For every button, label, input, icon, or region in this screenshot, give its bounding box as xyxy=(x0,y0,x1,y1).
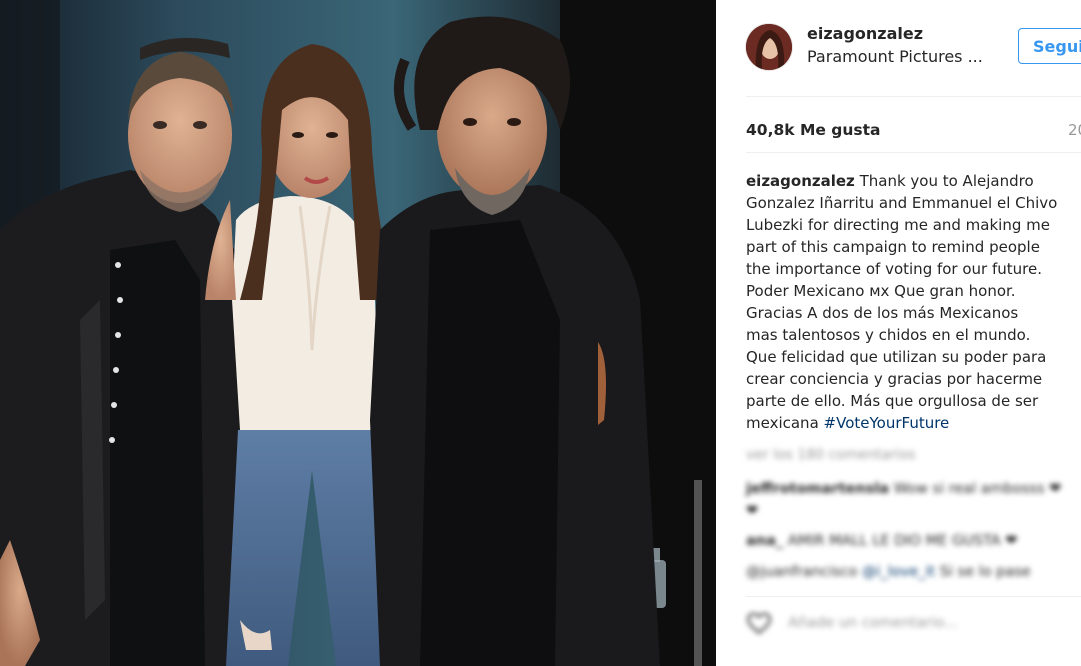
comments-divider xyxy=(746,596,1081,597)
caption-line: mas talentosos y chidos en el mundo. xyxy=(746,326,1031,344)
caption-line: eizagonzalez Thank you to Alejandro xyxy=(746,170,1081,192)
post-timestamp: 20 xyxy=(1068,121,1081,139)
header-divider xyxy=(746,96,1081,97)
follow-button[interactable]: Seguir xyxy=(1018,28,1081,64)
caption-text: mexicana xyxy=(746,414,819,432)
comment-text: @juanfrancisco xyxy=(746,564,858,580)
like-count[interactable]: 40,8k Me gusta xyxy=(746,121,881,139)
author-username[interactable]: eizagonzalez xyxy=(807,24,923,43)
post-photo-image xyxy=(0,0,716,666)
comment-mention[interactable]: @i_love_it xyxy=(862,564,935,580)
comment-item-continued: ❤ xyxy=(746,503,759,519)
caption-line: Gonzalez Iñarritu and Emmanuel el Chivo xyxy=(746,194,1058,212)
caption-line: Gracias A dos de los más Mexicanos xyxy=(746,304,1019,322)
add-comment-input[interactable]: Añade un comentario... xyxy=(788,615,958,631)
post-location[interactable]: Paramount Pictures ... xyxy=(807,47,983,66)
caption-line: parte de ello. Más que orgullosa de ser xyxy=(746,392,1039,410)
comment-item: jeffrotomartensla Wow si real ambosss ❤ xyxy=(746,478,1061,500)
caption-line: Que felicidad que utilizan su poder para xyxy=(746,348,1047,366)
comment-item: ana_ AMIR MALL LE DIO ME GUSTA ❤ xyxy=(746,530,1017,552)
avatar[interactable] xyxy=(746,24,792,70)
caption-text: Thank you to Alejandro xyxy=(859,172,1034,190)
comment-username[interactable]: jeffrotomartensla xyxy=(746,481,889,497)
post-caption: eizagonzalez Thank you to Alejandro Gonz… xyxy=(746,170,1081,434)
post-photo[interactable] xyxy=(0,0,716,666)
caption-line: part of this campaign to remind people xyxy=(746,238,1040,256)
avatar-image xyxy=(746,24,792,70)
comment-text: Si se lo pase xyxy=(939,564,1031,580)
caption-line: Lubezki for directing me and making me xyxy=(746,216,1050,234)
comment-text: AMIR MALL LE DIO ME GUSTA ❤ xyxy=(787,533,1018,549)
caption-line: mexicana #VoteYourFuture xyxy=(746,412,1081,434)
caption-line: the importance of voting for our future. xyxy=(746,260,1043,278)
likes-divider xyxy=(746,152,1081,153)
caption-line: Poder Mexicano ᴍx Que gran honor. xyxy=(746,282,1016,300)
post-header: eizagonzalez Paramount Pictures ... Segu… xyxy=(716,0,1081,96)
heart-icon[interactable] xyxy=(746,610,772,636)
comment-text: Wow si real ambosss ❤ xyxy=(893,481,1062,497)
post-details-panel: eizagonzalez Paramount Pictures ... Segu… xyxy=(716,0,1081,666)
load-more-comments-link[interactable]: ver los 180 comentarios xyxy=(746,447,915,463)
caption-hashtag[interactable]: #VoteYourFuture xyxy=(824,414,950,432)
comment-item: @juanfrancisco @i_love_it Si se lo pase xyxy=(746,561,1031,583)
caption-line: crear conciencia y gracias por hacerme xyxy=(746,370,1043,388)
caption-username[interactable]: eizagonzalez xyxy=(746,172,855,190)
comment-username[interactable]: ana_ xyxy=(746,533,783,549)
